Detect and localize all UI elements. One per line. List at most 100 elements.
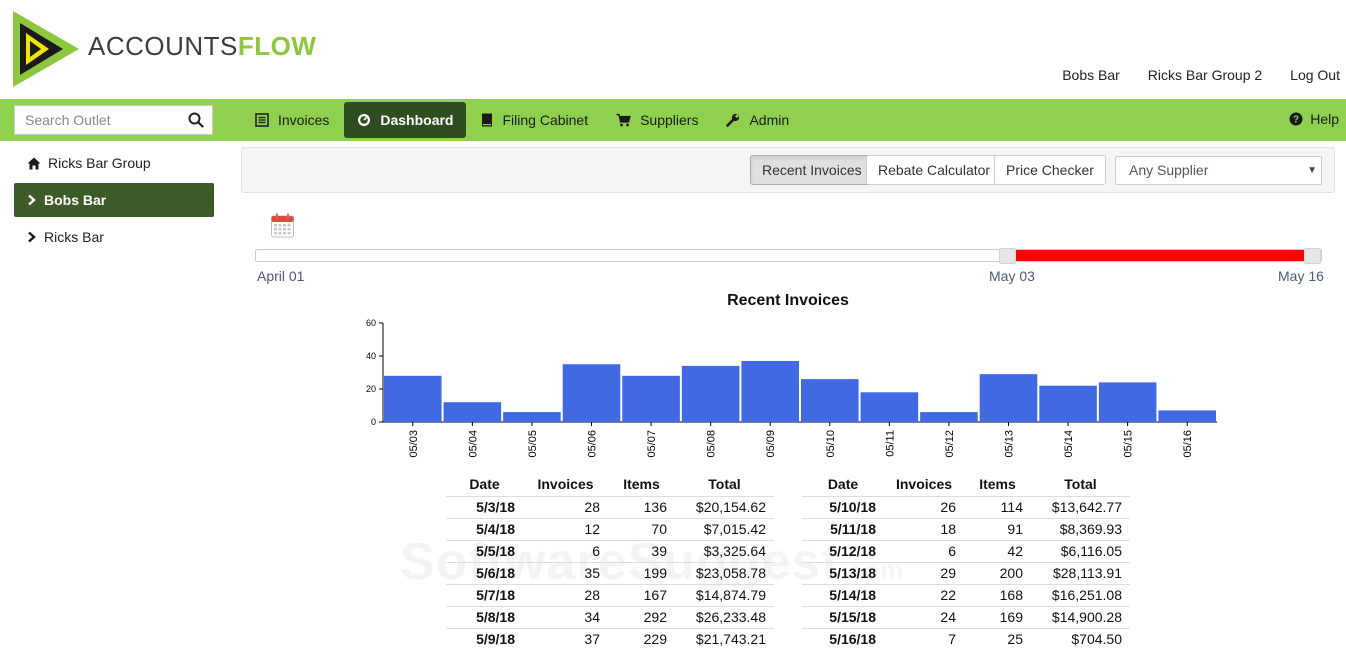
nav-item-label: Filing Cabinet <box>502 112 589 128</box>
dashboard-icon <box>358 114 371 126</box>
chart-y-tick-label: 0 <box>371 417 376 427</box>
cell-invoices: 37 <box>523 627 608 650</box>
question-circle-icon: ? <box>1289 112 1303 126</box>
supplier-select[interactable]: Any Supplier ▼ <box>1115 156 1322 185</box>
cell-date: 5/13/18 <box>802 561 884 584</box>
rebate-calculator-button[interactable]: Rebate Calculator <box>866 155 1003 185</box>
cell-date: 5/7/18 <box>446 583 523 606</box>
cell-items: 199 <box>608 561 675 584</box>
cell-items: 168 <box>964 583 1031 606</box>
nav-item-label: Invoices <box>278 112 330 128</box>
outlet-sidebar: Ricks Bar Group Bobs Bar Ricks Bar <box>14 146 214 257</box>
nav-item-suppliers[interactable]: Suppliers <box>603 102 711 138</box>
chart-bar <box>681 365 740 422</box>
cell-total: $8,369.93 <box>1031 517 1130 540</box>
nav-item-admin[interactable]: Admin <box>713 102 802 138</box>
cell-invoices: 24 <box>884 605 964 628</box>
chart-x-tick-label: 05/13 <box>1004 430 1016 458</box>
col-header-date: Date <box>827 476 859 493</box>
chart-bar <box>860 392 919 422</box>
cell-total: $16,251.08 <box>1031 583 1130 606</box>
cell-invoices: 6 <box>884 539 964 562</box>
table-row: 5/9/18 37 229 $21,743.21 <box>446 627 774 650</box>
chart-bar <box>801 379 859 422</box>
col-header-items: Items <box>623 476 660 493</box>
col-header-total: Total <box>1064 476 1097 493</box>
chart-bar <box>920 412 978 422</box>
sidebar-item-label: Ricks Bar <box>44 229 104 245</box>
book-icon <box>482 113 493 127</box>
nav-item-dashboard[interactable]: Dashboard <box>344 102 467 138</box>
recent-invoices-button[interactable]: Recent Invoices <box>750 155 874 185</box>
cell-date: 5/16/18 <box>802 627 884 650</box>
main-navbar: Invoices Dashboard Filing Cabinet Supp <box>0 99 1346 141</box>
chart-bar <box>384 375 442 422</box>
cart-icon <box>616 113 631 127</box>
nav-item-invoices[interactable]: Invoices <box>242 102 342 138</box>
cell-items: 229 <box>608 627 675 650</box>
supplier-select-value: Any Supplier <box>1129 162 1209 178</box>
chevron-right-icon <box>28 231 36 243</box>
slider-selected-range <box>1007 250 1321 261</box>
table-header-row: Date Invoices Items Total <box>446 473 774 496</box>
cell-invoices: 28 <box>523 495 608 518</box>
calendar-icon[interactable] <box>271 213 294 238</box>
cell-invoices: 34 <box>523 605 608 628</box>
chart-bar <box>562 364 621 422</box>
slider-end-label: May 16 <box>1278 268 1324 284</box>
cell-total: $14,900.28 <box>1031 605 1130 628</box>
chart-x-tick-label: 05/06 <box>587 430 599 458</box>
chart-title: Recent Invoices <box>727 292 849 309</box>
table-row: 5/5/18 6 39 $3,325.64 <box>446 539 774 562</box>
chevron-right-icon <box>28 194 36 206</box>
chart-bar <box>622 375 680 422</box>
cell-date: 5/6/18 <box>446 561 523 584</box>
nav-item-filing-cabinet[interactable]: Filing Cabinet <box>468 102 601 138</box>
chart-x-tick-label: 05/04 <box>467 430 479 458</box>
cell-total: $21,743.21 <box>675 627 774 650</box>
table-row: 5/3/18 28 136 $20,154.62 <box>446 495 774 518</box>
help-label: Help <box>1310 111 1339 127</box>
cell-date: 5/14/18 <box>802 583 884 606</box>
chart-y-tick-label: 20 <box>366 384 376 394</box>
cell-invoices: 22 <box>884 583 964 606</box>
table-row: 5/10/18 26 114 $13,642.77 <box>802 495 1130 518</box>
cell-total: $3,325.64 <box>675 539 774 562</box>
cell-total: $20,154.62 <box>675 495 774 518</box>
cell-date: 5/10/18 <box>802 495 884 518</box>
sidebar-item-ricks-bar[interactable]: Ricks Bar <box>14 220 214 254</box>
slider-start-handle[interactable] <box>999 248 1016 264</box>
logout-link[interactable]: Log Out <box>1290 67 1340 83</box>
chart-x-tick-label: 05/05 <box>527 430 539 458</box>
price-checker-button[interactable]: Price Checker <box>994 155 1106 185</box>
cell-date: 5/5/18 <box>446 539 523 562</box>
help-link[interactable]: ? Help <box>1289 111 1339 127</box>
accountsflow-logo[interactable] <box>13 11 79 87</box>
chart-bar <box>1158 410 1216 422</box>
search-input[interactable] <box>15 106 175 134</box>
sidebar-item-bobs-bar[interactable]: Bobs Bar <box>14 183 214 217</box>
invoice-summary-table-right: Date Invoices Items Total 5/10/18 26 114 $1… <box>802 473 1130 650</box>
table-row: 5/12/18 6 42 $6,116.05 <box>802 539 1130 562</box>
cell-total: $26,233.48 <box>675 605 774 628</box>
chart-bar <box>1098 382 1157 422</box>
slider-end-handle[interactable] <box>1304 248 1321 264</box>
sidebar-item-ricks-bar-group[interactable]: Ricks Bar Group <box>14 146 214 180</box>
col-header-invoices: Invoices <box>537 476 594 493</box>
chart-x-tick-label: 05/08 <box>706 430 718 458</box>
cell-invoices: 12 <box>523 517 608 540</box>
date-range-slider[interactable] <box>255 248 1322 264</box>
cell-date: 5/15/18 <box>802 605 884 628</box>
chart-bar <box>443 402 502 422</box>
list-icon <box>255 113 269 127</box>
search-icon[interactable] <box>188 112 204 128</box>
chart-bar <box>503 412 561 422</box>
top-link-bobs-bar[interactable]: Bobs Bar <box>1062 67 1120 83</box>
cell-date: 5/9/18 <box>446 627 523 650</box>
chart-bar <box>1039 385 1097 422</box>
top-link-ricks-bar-group-2[interactable]: Ricks Bar Group 2 <box>1148 67 1262 83</box>
table-row: 5/6/18 35 199 $23,058.78 <box>446 561 774 584</box>
chart-x-tick-label: 05/10 <box>825 430 837 458</box>
search-box <box>14 105 213 135</box>
chart-x-tick-label: 05/07 <box>646 430 658 458</box>
